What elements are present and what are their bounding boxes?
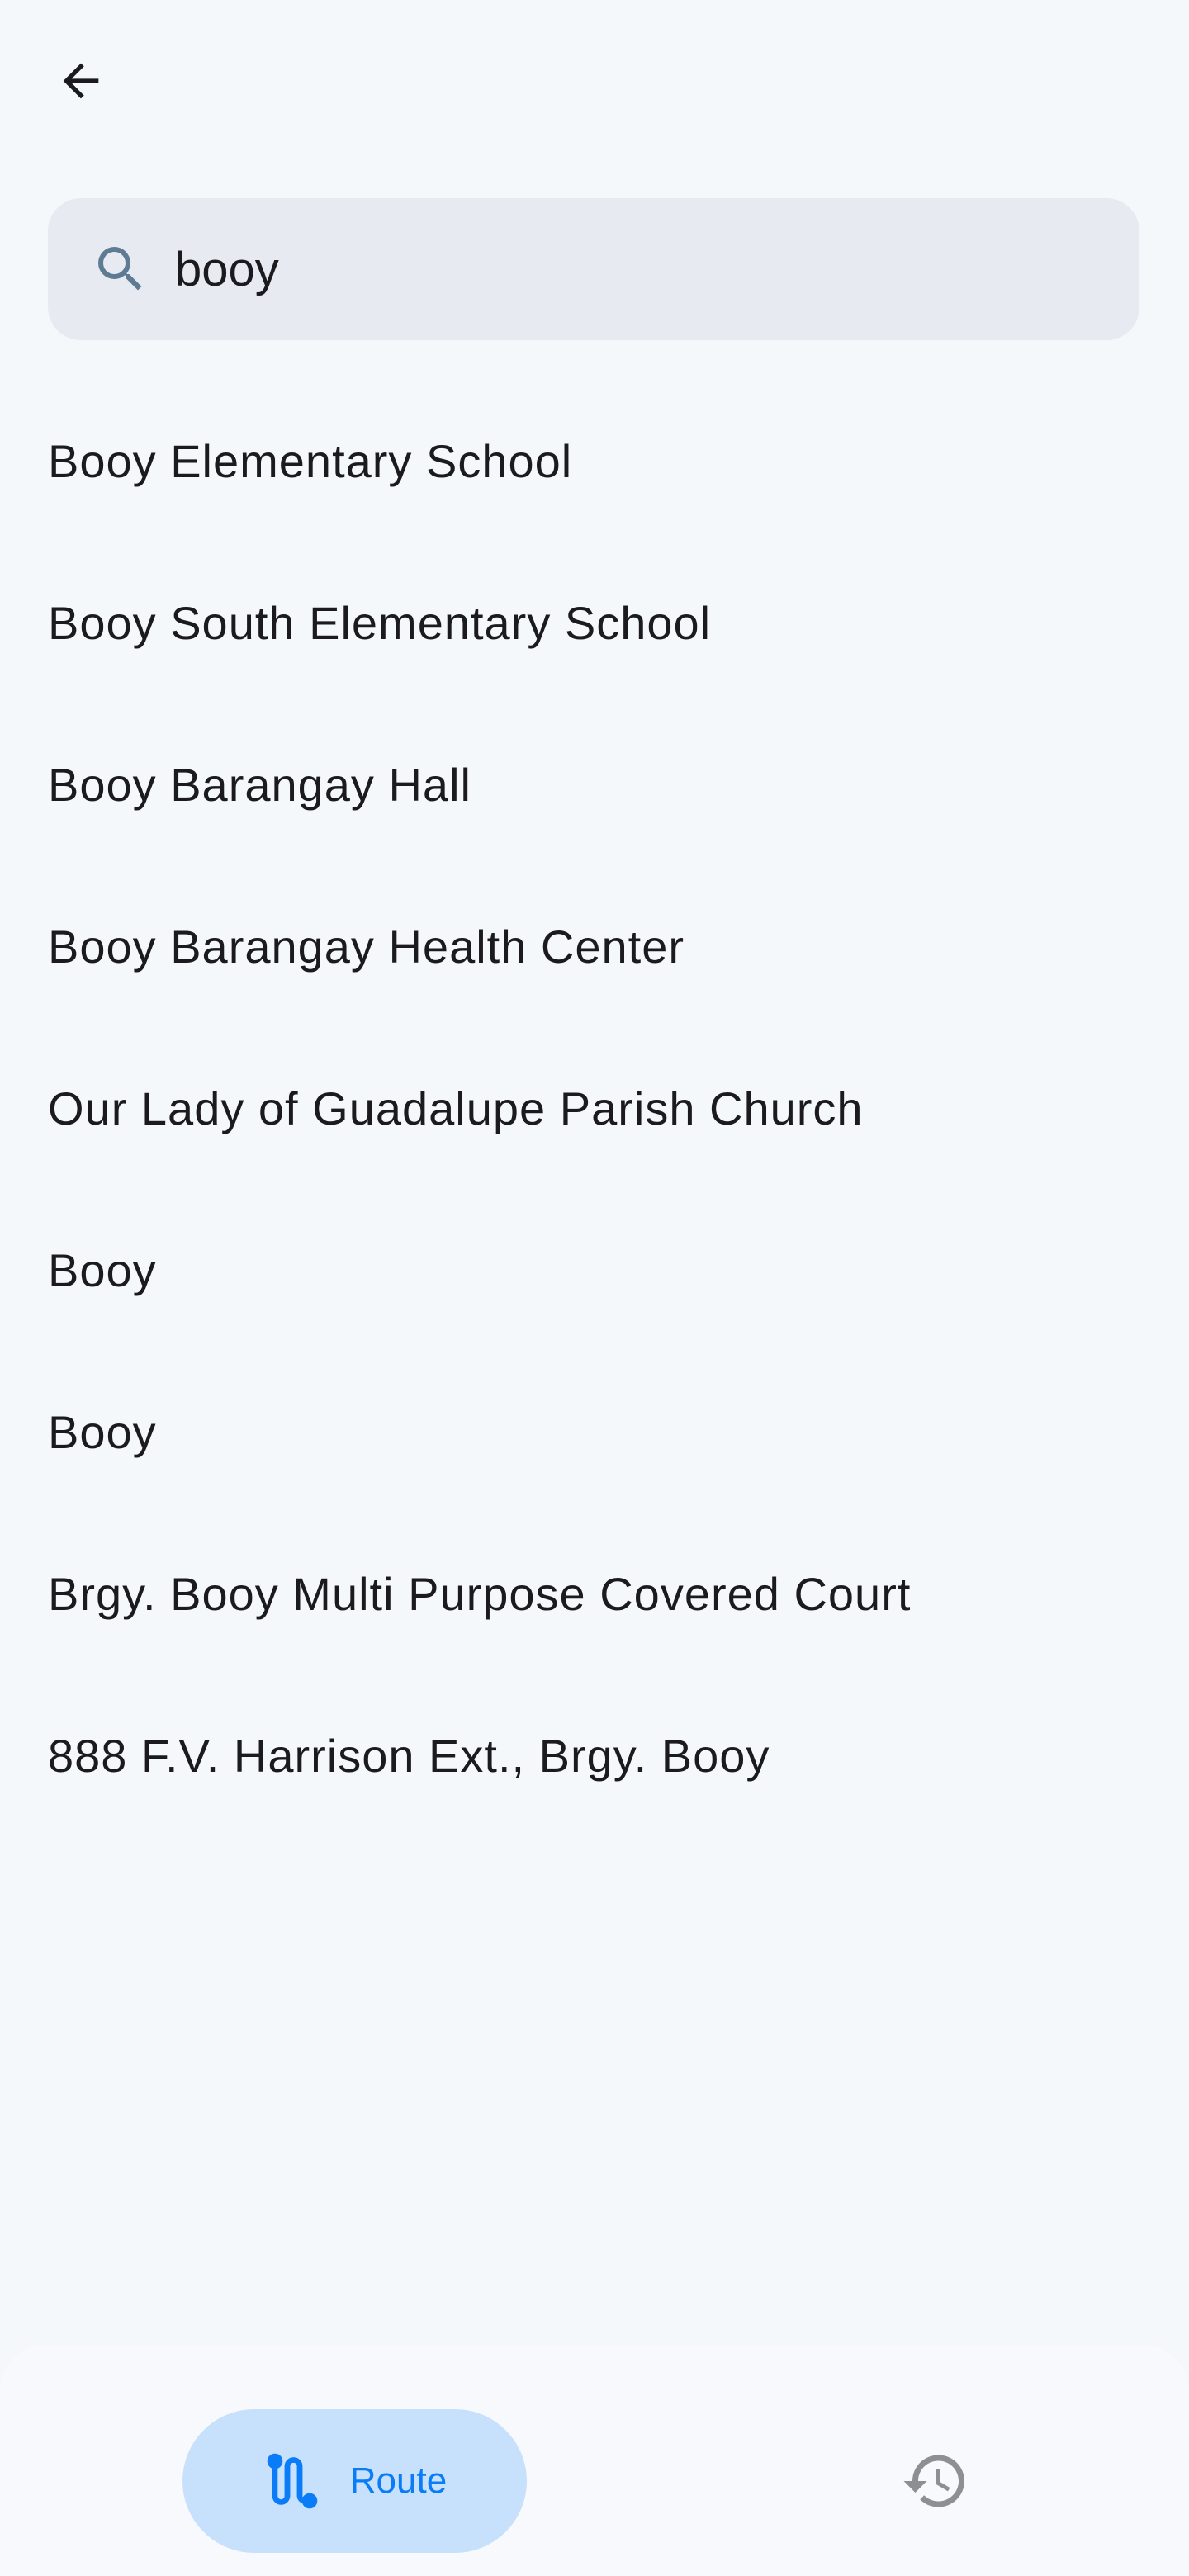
list-item[interactable]: 888 F.V. Harrison Ext., Brgy. Booy	[0, 1674, 1189, 1836]
search-bar[interactable]	[48, 197, 1139, 341]
list-item[interactable]: Booy Barangay Health Center	[0, 865, 1189, 1027]
list-item[interactable]: Booy Elementary School	[0, 380, 1189, 542]
route-icon	[267, 2453, 318, 2509]
arrow-left-icon	[63, 63, 99, 99]
nav-history-tab[interactable]	[898, 2444, 973, 2518]
list-item[interactable]: Booy South Elementary School	[0, 542, 1189, 703]
results-list: Booy Elementary School Booy South Elemen…	[0, 380, 1189, 1836]
list-item[interactable]: Booy	[0, 1351, 1189, 1513]
list-item[interactable]: Booy	[0, 1189, 1189, 1351]
search-icon	[88, 236, 154, 302]
bottom-navigation: Route	[0, 2345, 1189, 2576]
list-item[interactable]: Brgy. Booy Multi Purpose Covered Court	[0, 1513, 1189, 1674]
nav-route-label: Route	[349, 2460, 448, 2501]
search-input[interactable]	[173, 197, 1139, 341]
list-item[interactable]: Our Lady of Guadalupe Parish Church	[0, 1027, 1189, 1189]
nav-route-tab[interactable]: Route	[182, 2409, 527, 2553]
history-icon	[903, 2455, 964, 2507]
list-item[interactable]: Booy Barangay Hall	[0, 703, 1189, 865]
back-button[interactable]	[48, 48, 114, 114]
